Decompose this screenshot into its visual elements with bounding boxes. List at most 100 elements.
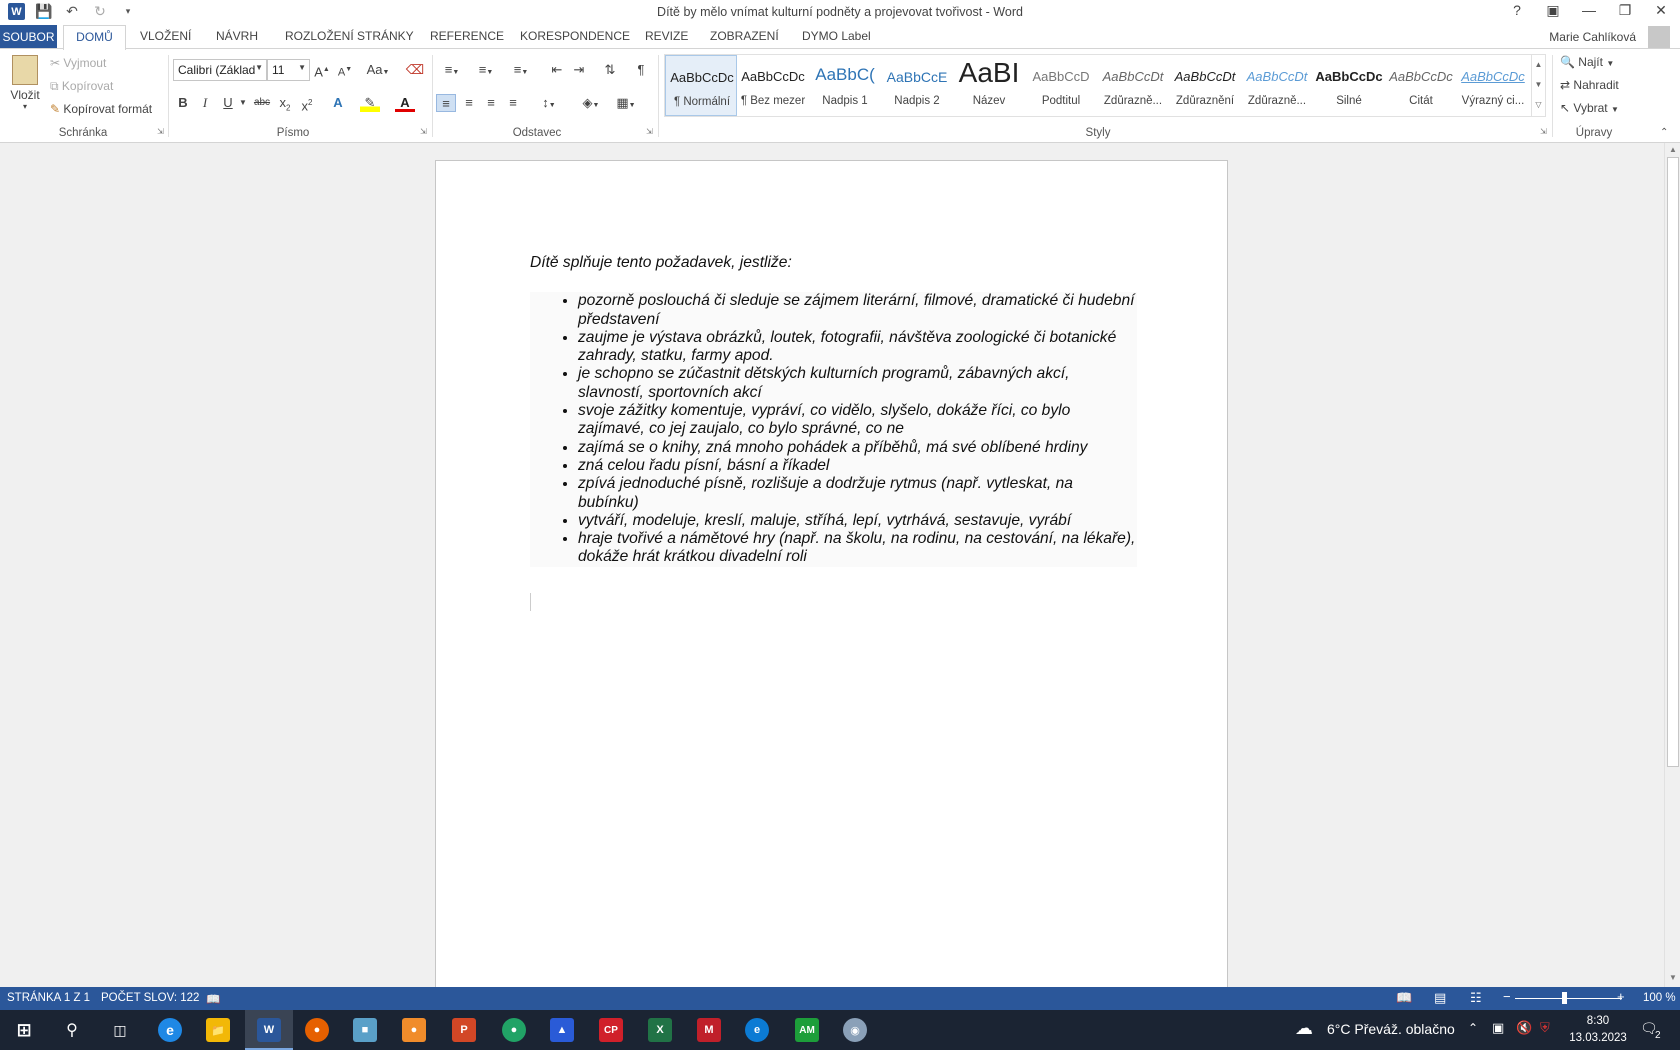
close-icon[interactable]: ✕ [1650, 2, 1672, 19]
font-name-combo[interactable]: Calibri (Základ ▼ [173, 59, 267, 81]
tab-view[interactable]: ZOBRAZENÍ [710, 29, 779, 43]
word-count[interactable]: POČET SLOV: 122 [101, 992, 199, 1004]
print-layout-icon[interactable]: ▤ [1434, 990, 1446, 1006]
list-item[interactable]: pozorně poslouchá či sleduje se zájmem l… [578, 292, 1137, 329]
weather-widget[interactable]: 6°C Převáž. oblačno [1327, 1021, 1455, 1037]
multilevel-list-icon[interactable]: ≡▼ [507, 61, 535, 79]
read-mode-icon[interactable]: 📖 [1396, 990, 1412, 1006]
style-normal[interactable]: AaBbCcDc ¶ Normální [665, 55, 737, 116]
increase-indent-icon[interactable]: ⇥ [569, 61, 589, 79]
style-subtitle[interactable]: AaBbCcD Podtitul [1025, 55, 1097, 116]
tab-design[interactable]: NÁVRH [216, 29, 258, 43]
list-item[interactable]: zaujme je výstava obrázků, loutek, fotog… [578, 329, 1137, 366]
sort-icon[interactable]: ⇅ [600, 61, 620, 79]
windows-start-icon[interactable]: ⊞ [12, 1018, 36, 1042]
zoom-slider-thumb[interactable] [1562, 992, 1567, 1004]
shrink-font-icon[interactable]: A▼ [335, 61, 355, 79]
tab-mailings[interactable]: KORESPONDENCE [520, 29, 630, 43]
align-right-icon[interactable]: ≡ [481, 94, 501, 112]
zoom-slider[interactable] [1515, 998, 1622, 999]
firefox-icon[interactable]: ● [305, 1018, 329, 1042]
tab-references[interactable]: REFERENCE [430, 29, 504, 43]
app-icon-green[interactable]: ● [502, 1018, 526, 1042]
tab-review[interactable]: REVIZE [645, 29, 688, 43]
edge-icon[interactable]: e [745, 1018, 769, 1042]
bullet-list[interactable]: pozorně poslouchá či sleduje se zájmem l… [530, 292, 1137, 567]
copy-button[interactable]: ⧉ Kopírovat [50, 79, 113, 94]
app-icon-am[interactable]: AM [795, 1018, 819, 1042]
style-strong[interactable]: AaBbCcDc Silné [1313, 55, 1385, 116]
internet-explorer-icon[interactable]: e [158, 1018, 182, 1042]
clock[interactable]: 8:30 13.03.2023 [1568, 1013, 1628, 1047]
strikethrough-icon[interactable]: abc [252, 94, 272, 112]
list-item[interactable]: vytváří, modeluje, kreslí, maluje, stříh… [578, 512, 1137, 530]
powerpoint-icon[interactable]: P [452, 1018, 476, 1042]
document-area[interactable]: Dítě splňuje tento požadavek, jestliže: … [0, 143, 1664, 1000]
style-emphasis[interactable]: AaBbCcDt Zdůraznění [1169, 55, 1241, 116]
tab-page-layout[interactable]: ROZLOŽENÍ STRÁNKY [285, 29, 414, 43]
document-body[interactable]: Dítě splňuje tento požadavek, jestliže: … [530, 254, 1137, 567]
style-quote[interactable]: AaBbCcDc Citát [1385, 55, 1457, 116]
numbering-icon[interactable]: ≡▼ [472, 61, 500, 79]
subscript-icon[interactable]: x2 [275, 94, 295, 113]
replace-button[interactable]: ⇄ Nahradit [1560, 78, 1619, 92]
text-effects-icon[interactable]: A [328, 94, 348, 112]
minimize-icon[interactable]: — [1578, 2, 1600, 19]
tab-dymo-label[interactable]: DYMO Label [802, 29, 871, 43]
weather-cloud-icon[interactable]: ☁ [1295, 1018, 1313, 1039]
paste-button[interactable]: Vložit ▾ [8, 55, 42, 125]
list-item[interactable]: je schopno se zúčastnit dětských kulturn… [578, 365, 1137, 402]
select-button[interactable]: ↖ Vybrat ▼ [1560, 101, 1619, 115]
superscript-icon[interactable]: x2 [297, 94, 317, 113]
app-icon-blue[interactable]: ▲ [550, 1018, 574, 1042]
italic-icon[interactable]: I [195, 94, 215, 112]
highlight-icon[interactable]: ✎ [360, 94, 380, 112]
style-subtle-emphasis[interactable]: AaBbCcDt Zdůrazně... [1097, 55, 1169, 116]
style-intense-emphasis[interactable]: AaBbCcDt Zdůrazně... [1241, 55, 1313, 116]
list-item[interactable]: zajímá se o knihy, zná mnoho pohádek a p… [578, 439, 1137, 457]
app-icon-m[interactable]: M [697, 1018, 721, 1042]
scroll-down-icon[interactable]: ▼ [1532, 75, 1545, 95]
app-icon-orange[interactable]: ● [402, 1018, 426, 1042]
help-icon[interactable]: ? [1506, 2, 1528, 19]
chevron-down-icon[interactable]: ▼ [238, 94, 248, 112]
document-page[interactable]: Dítě splňuje tento požadavek, jestliže: … [435, 160, 1228, 1000]
user-name[interactable]: Marie Cahlíková [1549, 30, 1636, 44]
show-formatting-marks-icon[interactable]: ¶ [631, 61, 651, 79]
excel-icon[interactable]: X [648, 1018, 672, 1042]
underline-icon[interactable]: U [218, 94, 238, 112]
tab-file[interactable]: SOUBOR [0, 25, 57, 49]
shading-icon[interactable]: ◈▼ [577, 94, 605, 112]
decrease-indent-icon[interactable]: ⇤ [547, 61, 567, 79]
file-explorer-icon[interactable]: 📁 [206, 1018, 230, 1042]
align-left-icon[interactable]: ≡ [436, 94, 456, 112]
scroll-up-icon[interactable]: ▲ [1532, 55, 1545, 75]
font-size-combo[interactable]: 11 ▼ [267, 59, 310, 81]
clear-formatting-icon[interactable]: ⌫ [405, 61, 425, 79]
style-no-spacing[interactable]: AaBbCcDc ¶ Bez mezer [737, 55, 809, 116]
page-count[interactable]: STRÁNKA 1 Z 1 [7, 992, 90, 1004]
scrollbar-thumb[interactable] [1667, 157, 1679, 767]
list-item[interactable]: svoje zážitky komentuje, vypráví, co vid… [578, 402, 1137, 439]
dialog-launcher-icon[interactable]: ⇲ [646, 127, 653, 136]
align-center-icon[interactable]: ≡ [459, 94, 479, 112]
app-icon-generic[interactable]: ■ [353, 1018, 377, 1042]
list-item[interactable]: hraje tvořivé a námětové hry (např. na š… [578, 530, 1137, 567]
zoom-out-icon[interactable]: − [1503, 989, 1511, 1004]
paint-icon[interactable]: ◉ [843, 1018, 867, 1042]
find-button[interactable]: 🔍 Najít ▼ [1560, 55, 1614, 69]
volume-muted-icon[interactable]: 🔇 [1516, 1020, 1532, 1036]
web-layout-icon[interactable]: ☷ [1470, 990, 1482, 1006]
avatar[interactable] [1648, 26, 1670, 48]
font-color-icon[interactable]: A [395, 94, 415, 112]
word-taskbar-icon[interactable]: W [257, 1018, 281, 1042]
list-item[interactable]: zná celou řadu písní, básní a říkadel [578, 457, 1137, 475]
tab-home[interactable]: DOMŮ [63, 25, 126, 50]
more-styles-icon[interactable]: ▽ [1532, 95, 1545, 115]
style-heading-1[interactable]: AaBbC( Nadpis 1 [809, 55, 881, 116]
ribbon-display-options-icon[interactable]: ▣ [1542, 2, 1564, 19]
task-view-icon[interactable]: ◫ [108, 1018, 132, 1042]
justify-icon[interactable]: ≡ [503, 94, 523, 112]
style-intense-quote[interactable]: AaBbCcDc Výrazný ci... [1457, 55, 1531, 116]
format-painter-button[interactable]: ✎ Kopírovat formát [50, 102, 152, 116]
